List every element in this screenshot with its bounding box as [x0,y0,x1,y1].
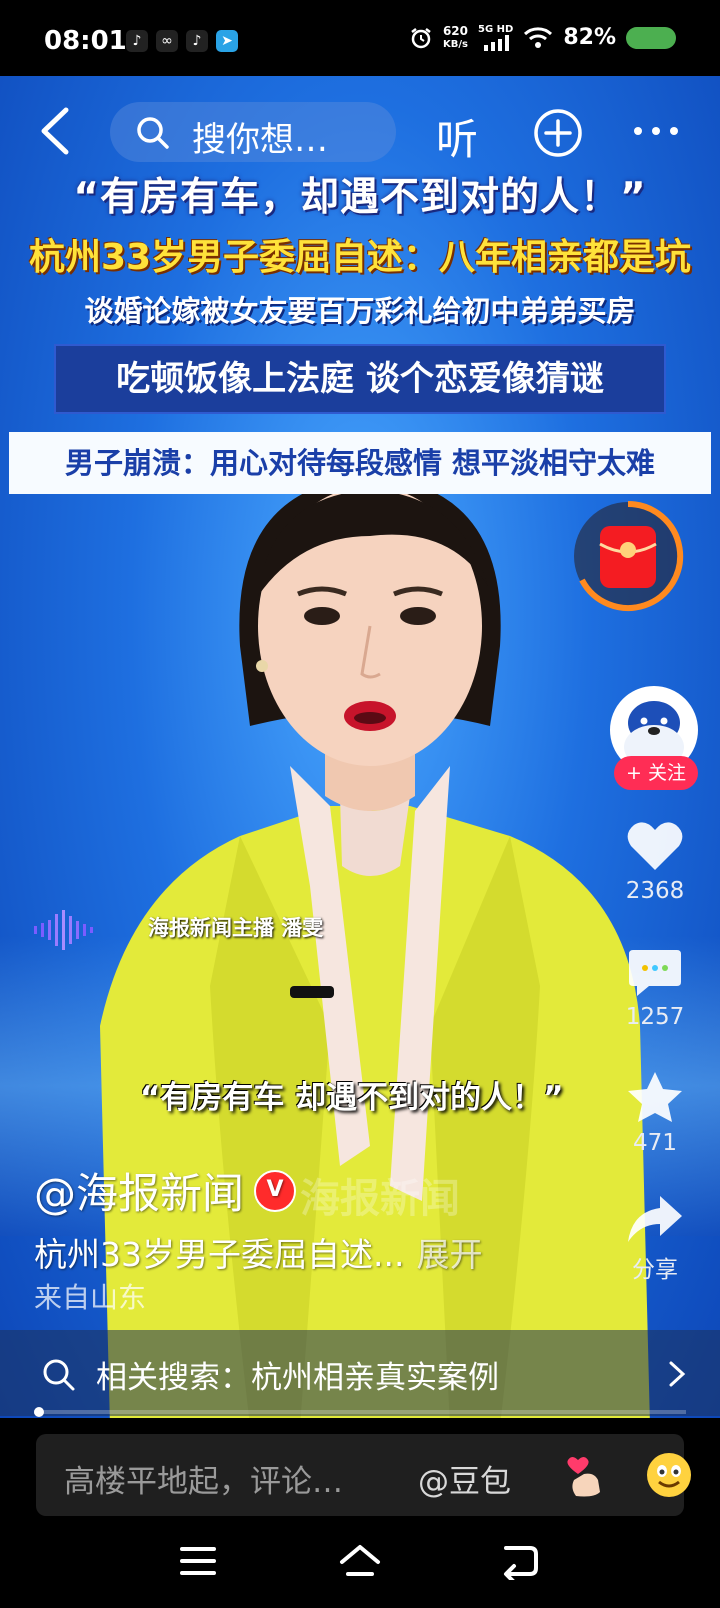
author-avatar-group[interactable]: + 关注 [610,686,700,790]
comment-icon [629,950,681,996]
signal-icon [483,35,509,51]
tiktok-icon: ♪ [126,30,148,52]
author-handle[interactable]: @海报新闻 [34,1160,244,1221]
expand-link[interactable]: 展开 [416,1235,482,1274]
watermark-logo: 海报新闻 [300,1176,460,1222]
cellular-signal: 5G HD [478,24,513,51]
search-input[interactable]: 搜你想… [110,102,396,162]
status-app-icons: ♪ ∞ ♪ ➤ [126,30,238,52]
net-speed: 620 KB/s [442,23,468,50]
soundwave-icon [34,910,93,950]
related-search-text: 相关搜索：杭州相亲真实案例 [96,1360,499,1396]
finger-heart-icon[interactable] [564,1452,610,1498]
red-packet-icon[interactable] [572,500,684,612]
more-icon[interactable] [632,116,680,146]
favorite-count: 471 [633,1130,677,1156]
menu-icon[interactable] [180,1544,216,1578]
video-progress-bar[interactable] [34,1407,686,1417]
headline-title: 杭州33岁男子委屈自述：八年相亲都是坑 [28,237,692,278]
description-text: 杭州33岁男子委屈自述... [34,1235,405,1274]
home-icon[interactable] [338,1544,382,1582]
battery-percent: 82% [563,25,616,50]
status-bar: 08:01 ♪ ∞ ♪ ➤ 620 KB/s 5G HD 82% [0,0,720,76]
search-icon [137,117,169,149]
search-icon [43,1359,75,1391]
follow-button[interactable]: + 关注 [614,756,698,790]
video-headline: “有房有车，却遇不到对的人！” 杭州33岁男子委屈自述：八年相亲都是坑 谈婚论嫁… [0,166,720,494]
share-label: 分享 [632,1257,678,1283]
share-button[interactable]: 分享 [610,1194,700,1284]
back-icon[interactable] [34,106,78,156]
star-icon [628,1072,682,1122]
telegram-icon: ➤ [216,30,238,52]
heart-icon [627,822,683,870]
author-name[interactable]: @海报新闻 V [34,1160,297,1221]
comment-placeholder: 高楼平地起，评论… [64,1464,343,1500]
headline-subtitle: 谈婚论嫁被女友要百万彩礼给初中弟弟买房 [84,294,636,328]
related-search-bar[interactable]: 相关搜索：杭州相亲真实案例 [0,1330,720,1416]
headline-banner: 男子崩溃：用心对待每段感情 想平淡相守太难 [9,432,711,494]
link-icon: ∞ [156,30,178,52]
tiktok-icon: ♪ [186,30,208,52]
headline-box: 吃顿饭像上法庭 谈个恋爱像猜谜 [54,344,666,414]
add-icon[interactable] [533,108,583,158]
like-button[interactable]: 2368 [610,820,700,904]
wifi-icon [524,26,553,48]
comment-button[interactable]: 1257 [610,948,700,1030]
search-placeholder: 搜你想… [192,120,328,160]
location-label: 来自山东 [34,1281,147,1314]
chevron-right-icon [669,1361,686,1387]
favorite-button[interactable]: 471 [610,1070,700,1156]
progress-handle[interactable] [34,1407,44,1417]
like-count: 2368 [625,878,685,904]
subtitle-caption: “有房有车 却遇不到对的人！” [140,1080,564,1116]
verified-badge-icon: V [254,1169,297,1212]
top-navigation: 搜你想… 听 [0,86,720,176]
battery-icon [626,26,676,49]
mention-button[interactable]: @豆包 [418,1456,511,1501]
comment-input[interactable]: 高楼平地起，评论… @豆包 [36,1434,691,1516]
system-navigation-bar [0,1524,720,1608]
status-time: 08:01 [44,26,127,56]
comment-count: 1257 [625,1004,685,1030]
host-caption: 海报新闻主播 潘雯 [148,916,324,940]
listen-button[interactable]: 听 [436,106,478,167]
alarm-icon [411,27,431,48]
share-icon [628,1196,682,1242]
back-nav-icon[interactable] [500,1544,540,1580]
emoji-icon[interactable] [646,1452,692,1498]
video-description[interactable]: 杭州33岁男子委屈自述... 展开 [34,1228,482,1276]
